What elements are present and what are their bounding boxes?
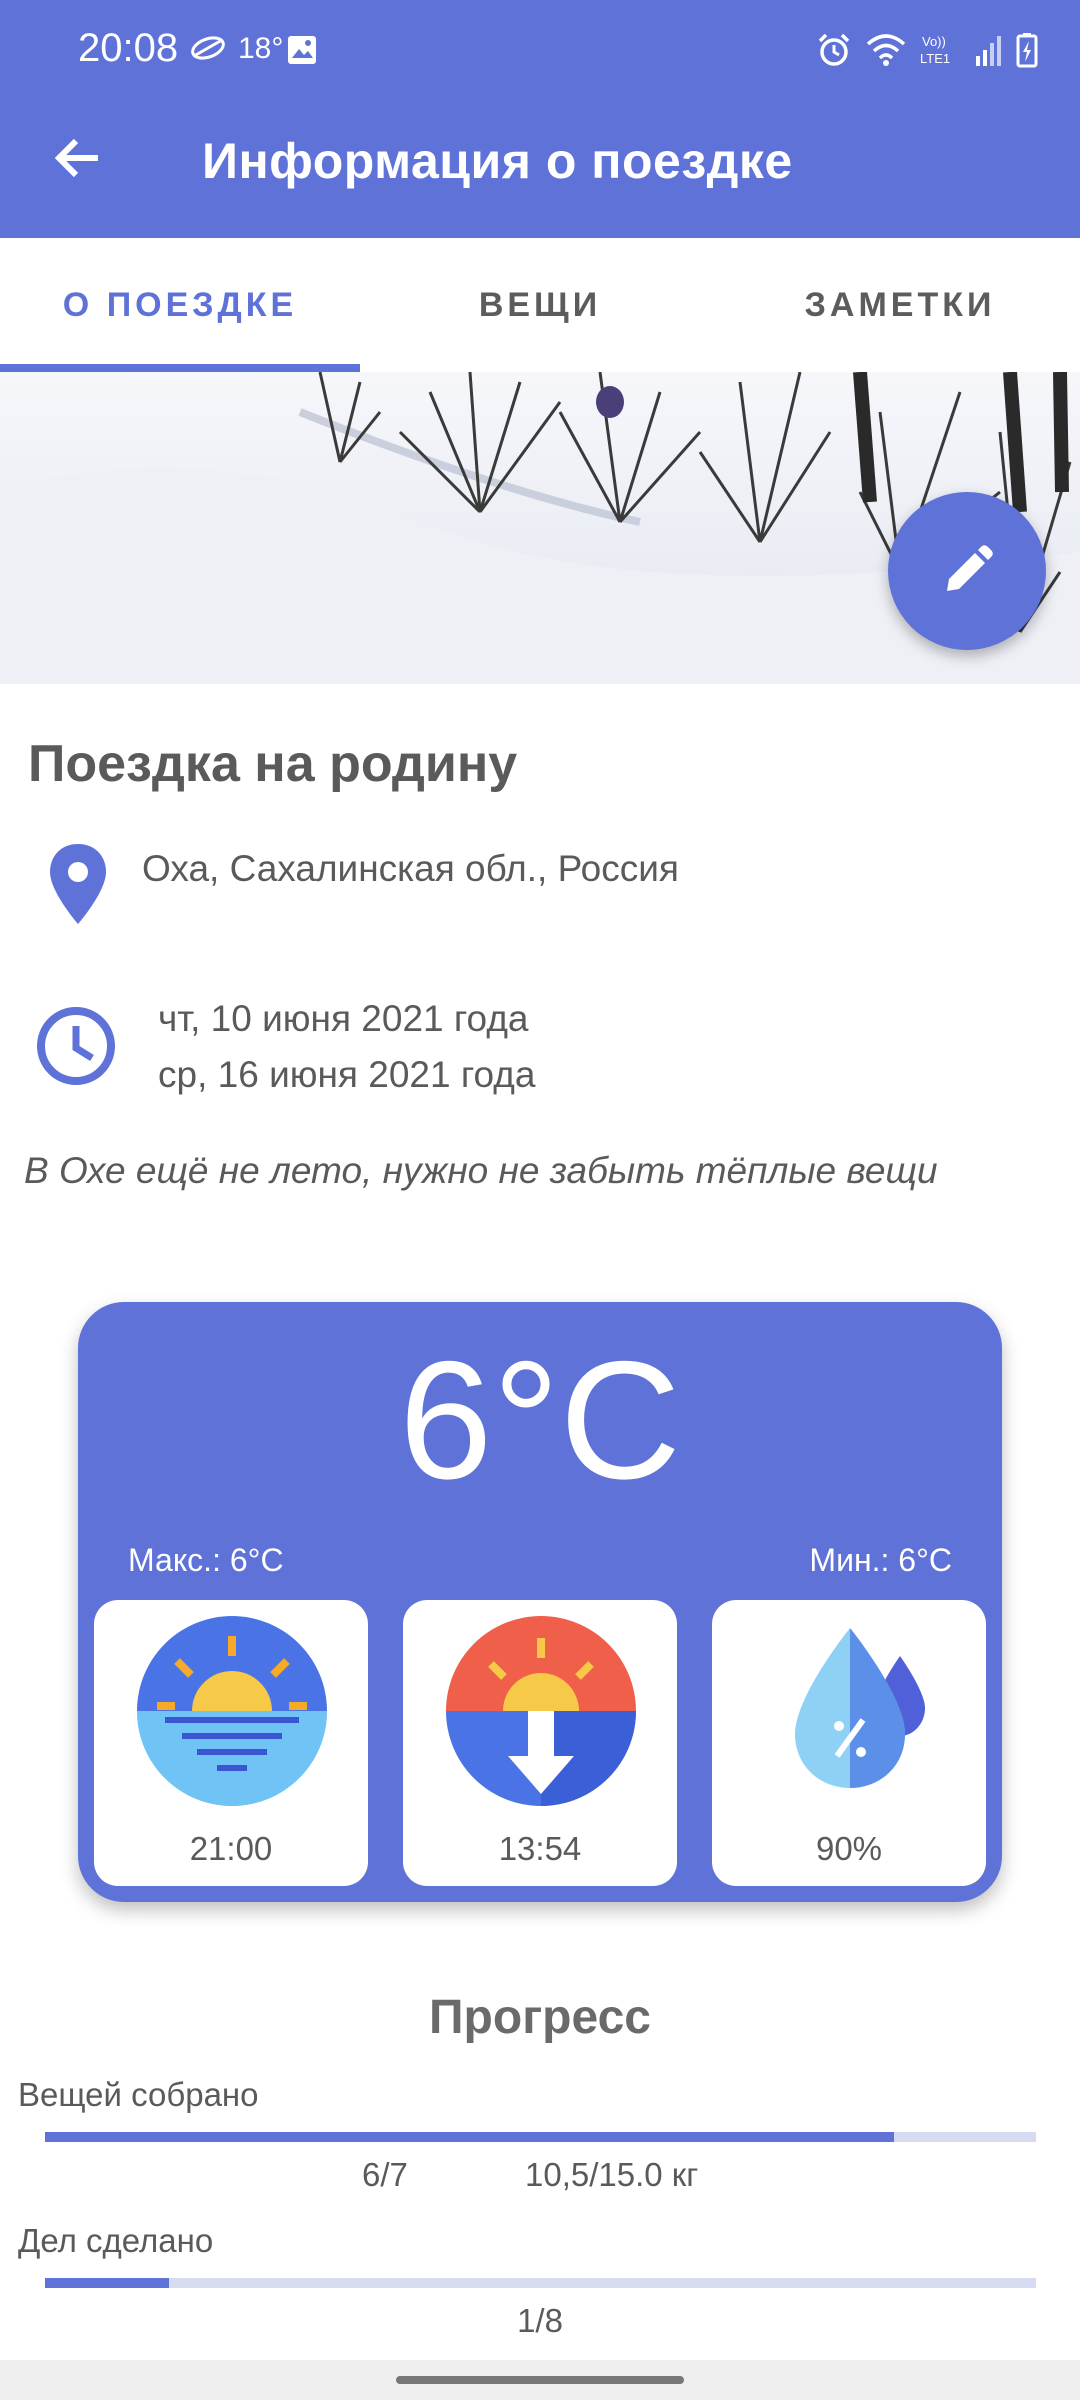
clock-icon [37, 1007, 115, 1085]
arrow-back-icon[interactable] [48, 128, 108, 188]
items-weight: 10,5/15.0 кг [525, 2156, 699, 2193]
humidity-drops-icon [795, 1628, 925, 1788]
tasks-count: 1/8 [517, 2302, 563, 2339]
location-pin-icon [50, 844, 106, 924]
trip-location: Оха, Сахалинская обл., Россия [142, 848, 679, 889]
items-count: 6/7 [362, 2156, 408, 2193]
pencil-icon [947, 545, 993, 591]
items-progress-bar [45, 2132, 1036, 2142]
humidity-tile: 90% [712, 1600, 986, 1886]
progress-title: Прогресс [429, 1991, 651, 2044]
sunset-icon [137, 1616, 327, 1806]
system-nav-bar [0, 2360, 1080, 2400]
page-title: Информация о поездке [202, 133, 793, 189]
tab-indicator [0, 364, 360, 372]
trip-name: Поездка на родину [28, 735, 518, 793]
items-progress-fill [45, 2132, 895, 2142]
items-packed-label: Вещей собрано [18, 2076, 259, 2113]
weather-card: 6°C Макс.: 6°C Мин.: 6°C 21:00 13:54 90% [78, 1302, 1002, 1902]
volte-icon: Vo)) LTE1 [920, 34, 950, 66]
edit-trip-button[interactable] [888, 492, 1046, 650]
min-temperature: Мин.: 6°C [809, 1542, 952, 1578]
tasks-done-label: Дел сделано [18, 2222, 214, 2259]
tab-bar: О ПОЕЗДКЕ ВЕЩИ ЗАМЕТКИ [0, 238, 1080, 372]
tab-things[interactable]: ВЕЩИ [360, 238, 720, 372]
humidity-value: 90% [815, 1830, 883, 1867]
sunset-tile: 21:00 [94, 1600, 368, 1886]
trip-date-start: чт, 10 июня 2021 года [158, 998, 529, 1039]
sunset-time: 21:00 [189, 1830, 273, 1867]
tasks-progress-bar [45, 2278, 1036, 2288]
wifi-icon [866, 34, 906, 66]
cloud-icon [191, 36, 225, 60]
tasks-progress-fill [45, 2278, 169, 2288]
status-bar: 20:08 18° Vo)) LTE1 [0, 0, 1080, 100]
battery-charging-icon [1016, 33, 1038, 68]
status-indicators: Vo)) LTE1 [816, 28, 1038, 72]
status-temperature: 18° [238, 32, 284, 65]
sunrise-tile: 13:54 [403, 1600, 677, 1886]
max-temperature: Макс.: 6°C [128, 1542, 284, 1578]
sunrise-time: 13:54 [498, 1830, 582, 1867]
svg-text:LTE1: LTE1 [920, 51, 950, 66]
trip-date-end: ср, 16 июня 2021 года [158, 1054, 536, 1095]
app-bar: 20:08 18° Vo)) LTE1 Информация о поездке [0, 0, 1080, 238]
gesture-handle[interactable] [396, 2376, 684, 2384]
tab-about-trip[interactable]: О ПОЕЗДКЕ [0, 238, 360, 372]
alarm-icon [818, 33, 850, 66]
image-icon [288, 36, 316, 64]
svg-text:Vo)): Vo)) [922, 34, 946, 49]
status-time: 20:08 [78, 26, 179, 70]
trip-note: В Охе ещё не лето, нужно не забыть тёплы… [24, 1150, 938, 1191]
sunrise-icon [446, 1616, 636, 1806]
signal-icon [976, 36, 1001, 66]
current-temperature: 6°C [399, 1326, 681, 1514]
tab-notes[interactable]: ЗАМЕТКИ [720, 238, 1080, 372]
